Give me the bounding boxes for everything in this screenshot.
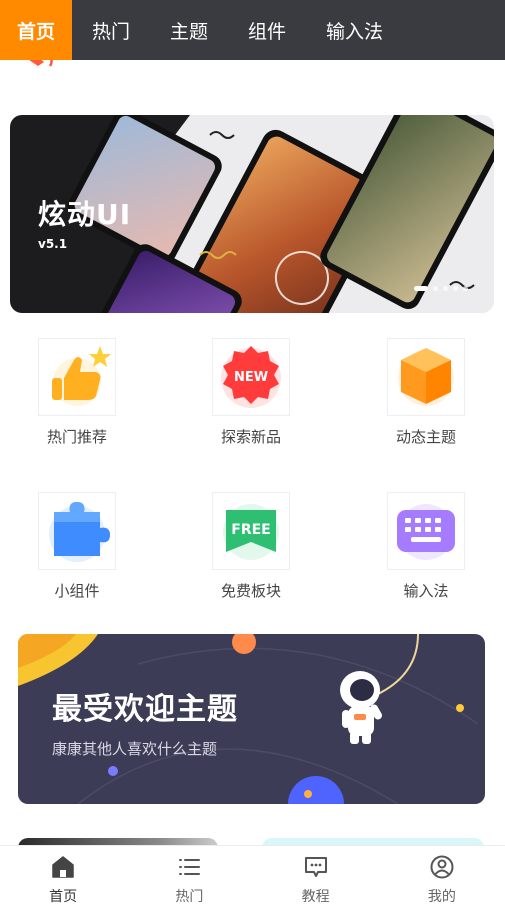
bottom-tab-label: 我的 — [427, 889, 456, 905]
promo-title: 最受欢迎主题 — [52, 692, 238, 727]
category-label: 小组件 — [54, 582, 100, 600]
tab-widgets[interactable]: 组件 — [228, 0, 306, 60]
user-circle-icon — [430, 855, 454, 879]
thumbs-up-star-icon — [38, 338, 116, 416]
bottom-tab-label: 首页 — [49, 889, 78, 905]
carousel-dot-active[interactable] — [414, 286, 428, 291]
category-hot-recommend[interactable]: 热门推荐 — [17, 338, 137, 458]
carousel-dot[interactable] — [453, 286, 458, 291]
bottom-tab-hot[interactable]: 热门 — [126, 846, 252, 907]
banner-carousel[interactable]: 炫动UI v5.1 — [10, 115, 494, 313]
tab-themes[interactable]: 主题 — [150, 0, 228, 60]
category-label: 热门推荐 — [46, 428, 107, 446]
category-label: 动态主题 — [395, 428, 456, 446]
popular-themes-card[interactable]: 最受欢迎主题 康康其他人喜欢什么主题 — [18, 634, 485, 804]
top-navigation: 首页 热门 主题 组件 输入法 — [0, 0, 505, 60]
home-icon — [52, 856, 74, 878]
promo-subtitle: 康康其他人喜欢什么主题 — [52, 740, 218, 758]
bottom-tab-label: 热门 — [175, 889, 204, 905]
category-input-method[interactable]: 输入法 — [366, 492, 486, 612]
carousel-dot[interactable] — [433, 286, 438, 291]
tab-home[interactable]: 首页 — [0, 0, 72, 60]
cube-icon — [387, 338, 465, 416]
bottom-tab-tutorial[interactable]: 教程 — [253, 846, 379, 907]
new-badge-icon: NEW — [212, 338, 290, 416]
chat-bubble-icon — [304, 857, 327, 877]
carousel-dot[interactable] — [443, 286, 448, 291]
carousel-indicator[interactable] — [414, 286, 468, 291]
category-explore-new[interactable]: NEW 探索新品 — [191, 338, 311, 458]
category-label: 探索新品 — [220, 428, 281, 446]
speaker-icon — [29, 60, 53, 67]
bottom-tab-bar: 首页 热门 教程 我的 — [0, 845, 505, 907]
banner-version: v5.1 — [38, 237, 68, 251]
bottom-tab-label: 教程 — [301, 889, 330, 905]
tab-input-method[interactable]: 输入法 — [306, 0, 403, 60]
category-label: 输入法 — [403, 582, 449, 600]
category-free[interactable]: FREE 免费板块 — [191, 492, 311, 612]
puzzle-icon — [38, 492, 116, 570]
category-label: 免费板块 — [220, 582, 281, 600]
keyboard-icon — [387, 492, 465, 570]
tab-hot[interactable]: 热门 — [72, 0, 150, 60]
carousel-dot[interactable] — [463, 286, 468, 291]
category-dynamic-theme[interactable]: 动态主题 — [366, 338, 486, 458]
list-icon — [179, 859, 201, 875]
category-widgets[interactable]: 小组件 — [17, 492, 137, 612]
free-ribbon-icon: FREE — [212, 492, 290, 570]
notice-bar[interactable] — [0, 60, 505, 78]
bottom-tab-mine[interactable]: 我的 — [379, 846, 505, 907]
banner-brand-title: 炫动UI — [38, 198, 132, 231]
bottom-tab-home[interactable]: 首页 — [0, 846, 126, 907]
svg-text:FREE: FREE — [231, 522, 270, 538]
svg-text:NEW: NEW — [234, 370, 268, 385]
